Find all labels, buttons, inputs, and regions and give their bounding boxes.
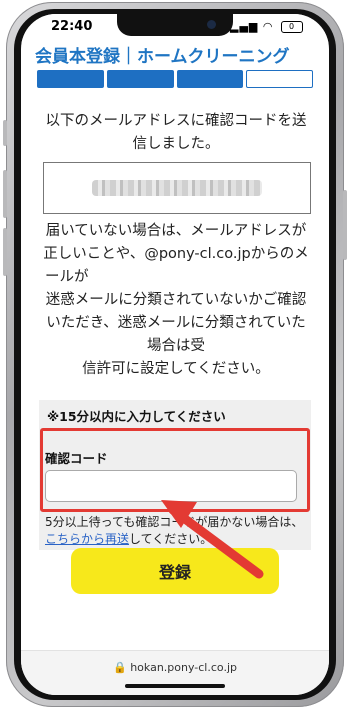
- sent-message: 以下のメールアドレスに確認コードを送 信しました。: [45, 113, 307, 152]
- status-icons: ▂▄▆ ◠ 0: [230, 20, 303, 33]
- status-time: 22:40: [51, 19, 93, 34]
- lock-icon: 🔒: [113, 661, 127, 674]
- power-button: [343, 190, 347, 260]
- masked-email: [92, 180, 262, 196]
- url-bar[interactable]: 🔒 hokan.pony-cl.co.jp: [21, 650, 329, 695]
- status-bar: 22:40 ▂▄▆ ◠ 0: [21, 14, 329, 44]
- progress-step-2: [106, 70, 174, 88]
- verification-code-input[interactable]: [45, 470, 297, 502]
- time-limit-note: ※15分以内に入力してください: [47, 409, 226, 424]
- resend-line: こちらから再送してください。: [45, 532, 213, 546]
- progress-step-3: [176, 70, 244, 88]
- register-button[interactable]: 登録: [71, 548, 279, 594]
- site-title: 会員本登録｜ホームクリーニング: [35, 47, 290, 67]
- email-display: [43, 162, 311, 214]
- notice-text: 届いていない場合は、メールアドレスが 正しいことや、@pony-cl.co.jp…: [43, 223, 309, 377]
- signal-bars-icon: ▂▄▆: [230, 20, 259, 33]
- resend-link[interactable]: こちらから再送: [45, 532, 129, 546]
- front-camera: [207, 20, 216, 29]
- wifi-icon: ◠: [262, 20, 274, 33]
- progress-step-4: [246, 70, 313, 88]
- home-indicator: [125, 684, 225, 688]
- screen: 22:40 ▂▄▆ ◠ 0 会員本登録｜ホームクリーニング 以下のメールアドレス…: [21, 14, 329, 695]
- progress-steps: [37, 70, 313, 88]
- code-label: 確認コード: [45, 451, 108, 466]
- mute-switch: [3, 120, 7, 146]
- progress-step-1: [37, 70, 104, 88]
- code-panel: ※15分以内に入力してください 確認コード 5分以上待っても確認コードが届かない…: [39, 400, 311, 550]
- volume-up-button: [3, 170, 7, 218]
- resend-text: 5分以上待っても確認コードが届かない場合は、: [45, 515, 304, 529]
- url-text: 🔒 hokan.pony-cl.co.jp: [113, 661, 237, 674]
- battery-icon: 0: [281, 21, 303, 33]
- volume-down-button: [3, 228, 7, 276]
